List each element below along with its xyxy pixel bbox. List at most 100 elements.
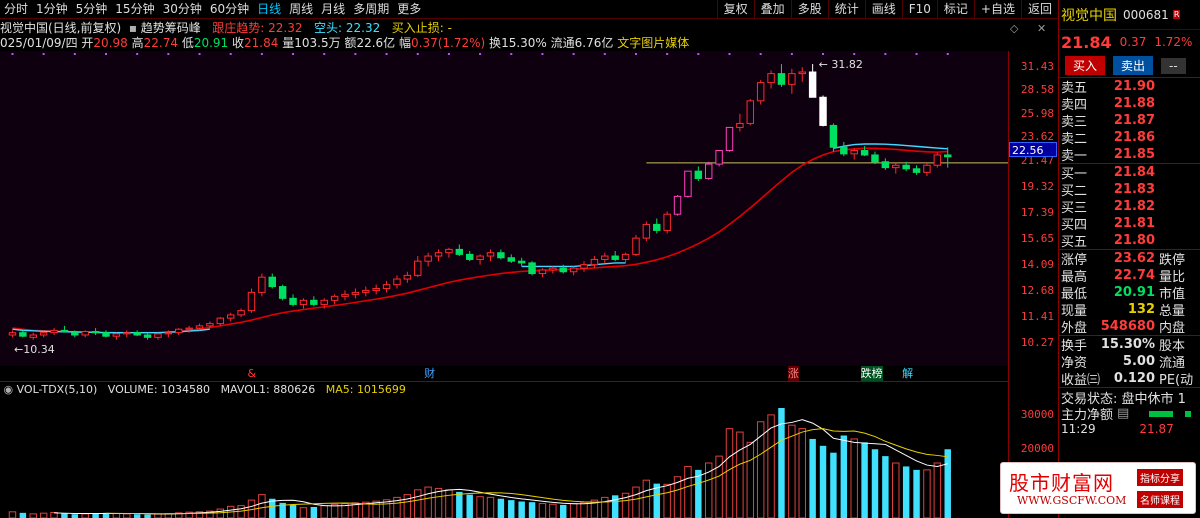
event-label[interactable]: 跌榜 — [860, 366, 883, 381]
bid-price[interactable]: 21.84 — [1095, 165, 1155, 180]
volume-bar — [902, 466, 910, 518]
stat-label: 外盘 — [1061, 321, 1088, 336]
bid-price[interactable]: 21.83 — [1095, 182, 1155, 197]
toolbar-button-7[interactable]: +自选 — [973, 0, 1021, 19]
settings-gear-icon[interactable]: ◇ — [1010, 22, 1018, 35]
volume-bar — [456, 491, 463, 518]
event-label[interactable]: 涨 — [787, 366, 799, 381]
current-price-tag: 22.56 — [1009, 141, 1057, 157]
period-tab-0[interactable]: 分时 — [0, 0, 32, 19]
candle-body — [143, 334, 152, 338]
ask-price[interactable]: 21.88 — [1095, 96, 1155, 111]
candle-body — [642, 223, 651, 239]
volume-bar — [434, 487, 443, 518]
top-dot-marker — [167, 53, 170, 55]
candlestick-chart[interactable]: ← 31.82 ←10.34 — [0, 51, 1008, 381]
volume-bar — [144, 514, 151, 518]
stat-row: 换手 15.30% 股本 — [1059, 336, 1200, 354]
period-tab-3[interactable]: 15分钟 — [111, 0, 158, 19]
concept-tags[interactable]: 文字图片媒体 — [617, 36, 689, 50]
toolbar-button-4[interactable]: 画线 — [864, 0, 902, 19]
candle-body — [81, 331, 89, 336]
ma5-label: MA5: — [325, 383, 354, 396]
period-tab-5[interactable]: 60分钟 — [206, 0, 253, 19]
period-tab-9[interactable]: 多周期 — [349, 0, 393, 19]
close-value: 21.84 — [244, 36, 279, 50]
volume-bar — [882, 456, 889, 518]
candle-body — [258, 276, 266, 293]
sell-button[interactable]: 卖出 — [1113, 56, 1154, 75]
stop-loss-value: - — [447, 21, 452, 35]
toolbar-button-5[interactable]: F10 — [901, 0, 937, 19]
volume-bar — [933, 462, 942, 518]
more-button[interactable]: -- — [1161, 57, 1186, 74]
ask-price[interactable]: 21.86 — [1095, 130, 1155, 145]
buy-button[interactable]: 买入 — [1065, 56, 1106, 75]
high-label: 高 — [131, 36, 144, 50]
toolbar-button-6[interactable]: 标记 — [936, 0, 974, 19]
top-dot-marker — [447, 53, 450, 55]
stock-app: 分时 1分钟 5分钟 15分钟 30分钟 60分钟 日线 周线 月线 多周期 更多 复权 叠加 多股 统计… — [0, 0, 1200, 518]
bid-price[interactable]: 21.82 — [1095, 199, 1155, 214]
volume-bar — [8, 511, 17, 518]
watermark-badge-2: 名师课程 — [1137, 491, 1183, 508]
indicator-name[interactable]: 趋势筹码峰 — [141, 21, 201, 35]
period-tab-8[interactable]: 月线 — [317, 0, 349, 19]
turnover-label: 换 — [489, 36, 502, 50]
bid-price[interactable]: 21.81 — [1095, 216, 1155, 231]
tick-time: 11:29 — [1061, 422, 1096, 436]
candle-body — [278, 286, 287, 299]
ohlc-info-line: 025/01/09/四 开20.98 高22.74 低20.91 收21.84 … — [0, 35, 1010, 51]
close-icon[interactable]: ✕ — [1037, 22, 1046, 35]
event-label[interactable]: 解 — [902, 366, 913, 381]
candle-body — [777, 73, 786, 85]
volume-bar — [61, 513, 68, 518]
candle-body — [840, 146, 848, 155]
price-change: 0.37 — [1119, 35, 1147, 49]
period-tab-7[interactable]: 周线 — [285, 0, 317, 19]
indicator-select-icon[interactable]: ▪ — [125, 21, 141, 35]
candle-body — [112, 333, 121, 337]
volume-bar — [580, 501, 588, 518]
ask-row: 卖四 21.88 — [1059, 95, 1200, 113]
candle-body — [50, 329, 58, 334]
stock-name: 视觉中国 — [1061, 7, 1117, 24]
trend-value: 22.32 — [268, 21, 303, 35]
volume-bar — [237, 505, 245, 518]
toolbar-button-8[interactable]: 返回 — [1020, 0, 1058, 19]
volume-indicator-name[interactable]: VOL-TDX(5,10) — [17, 383, 98, 396]
period-tab-4[interactable]: 30分钟 — [159, 0, 206, 19]
toolbar-button-0[interactable]: 复权 — [716, 0, 754, 19]
last-price: 21.84 — [1061, 32, 1112, 52]
top-dot-marker — [260, 53, 263, 55]
volume-bar — [486, 496, 495, 518]
toolbar-button-2[interactable]: 多股 — [790, 0, 828, 19]
amplitude-value: 0.37(1.72%) — [411, 36, 486, 50]
period-tab-2[interactable]: 5分钟 — [72, 0, 112, 19]
ask-price[interactable]: 21.87 — [1095, 113, 1155, 128]
period-tab-10[interactable]: 更多 — [393, 0, 425, 19]
volume-settings-icon[interactable]: ◉ — [0, 383, 17, 396]
bid-price[interactable]: 21.80 — [1095, 233, 1155, 248]
candle-body — [767, 73, 775, 84]
stats-block-1: 涨停 23.62 跌停 最高 22.74 量比 最低 20.91 市值 现量 132 总量 外盘 5486… — [1059, 250, 1200, 336]
top-dot-marker — [42, 53, 45, 55]
volume-bar — [508, 500, 515, 518]
volume-bar — [466, 494, 473, 518]
toolbar-button-1[interactable]: 叠加 — [753, 0, 791, 19]
bid-row: 买二 21.83 — [1059, 181, 1200, 199]
event-label[interactable]: & — [247, 366, 256, 381]
margin-badge: R — [1172, 10, 1181, 19]
volume-bar — [798, 428, 806, 518]
ask-price[interactable]: 21.90 — [1095, 79, 1155, 94]
volume-chart[interactable] — [0, 396, 1008, 518]
ask-price[interactable]: 21.85 — [1095, 147, 1155, 162]
event-label[interactable]: 财 — [424, 366, 435, 381]
toolbar-button-3[interactable]: 统计 — [827, 0, 865, 19]
period-tab-6[interactable]: 日线 — [253, 0, 285, 19]
volume-bar — [684, 465, 692, 518]
volume-bar — [320, 505, 328, 518]
volume-tick-label: 30000 — [1020, 407, 1054, 421]
expand-icon[interactable]: ▤ — [1117, 406, 1129, 421]
period-tab-1[interactable]: 1分钟 — [32, 0, 72, 19]
